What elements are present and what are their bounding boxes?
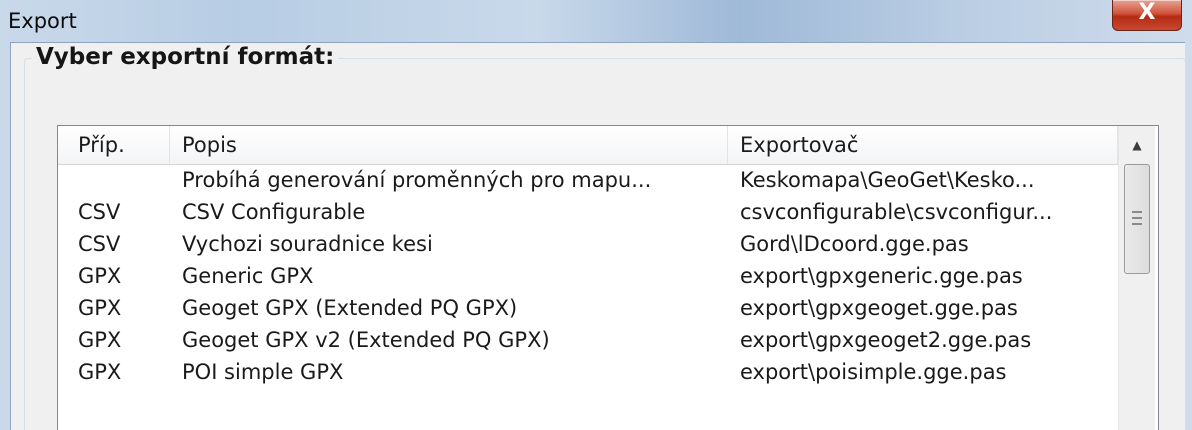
cell-exporter: export\gpxgeoget.gge.pas — [740, 296, 1018, 320]
cell-exporter: Gord\lDcoord.gge.pas — [740, 232, 969, 256]
cell-description: Geoget GPX v2 (Extended PQ GPX) — [182, 328, 550, 352]
cell-extension: CSV — [78, 200, 121, 224]
close-button[interactable]: X — [1112, 0, 1182, 31]
cell-description: Generic GPX — [182, 264, 314, 288]
scrollbar-thumb[interactable] — [1124, 164, 1150, 274]
list-row[interactable]: GPX Generic GPX export\gpxgeneric.gge.pa… — [58, 260, 1118, 292]
list-row[interactable]: CSV CSV Configurable csvconfigurable\csv… — [58, 196, 1118, 228]
column-header-description[interactable]: Popis — [170, 126, 728, 164]
column-header-extension[interactable]: Příp. — [66, 126, 170, 164]
cell-extension: GPX — [78, 360, 122, 384]
format-list[interactable]: Příp. Popis Exportovač Probíhá generován… — [57, 125, 1159, 430]
list-row[interactable]: Probíhá generování proměnných pro mapu..… — [58, 164, 1118, 196]
cell-description: Vychozi souradnice kesi — [182, 232, 433, 256]
cell-exporter: export\gpxgeoget2.gge.pas — [740, 328, 1032, 352]
cell-extension: GPX — [78, 296, 122, 320]
window-title: Export — [8, 9, 77, 33]
list-row[interactable]: CSV Vychozi souradnice kesi Gord\lDcoord… — [58, 228, 1118, 260]
group-title: Vyber exportní formát: — [32, 44, 339, 70]
cell-extension: GPX — [78, 264, 122, 288]
cell-extension: CSV — [78, 232, 121, 256]
cell-exporter: csvconfigurable\csvconfigur... — [740, 200, 1053, 224]
list-row[interactable]: GPX POI simple GPX export\poisimple.gge.… — [58, 356, 1118, 388]
cell-description: POI simple GPX — [182, 360, 344, 384]
list-row[interactable]: GPX Geoget GPX (Extended PQ GPX) export\… — [58, 292, 1118, 324]
cell-description: CSV Configurable — [182, 200, 366, 224]
list-row[interactable]: GPX Geoget GPX v2 (Extended PQ GPX) expo… — [58, 324, 1118, 356]
cell-exporter: Keskomapa\GeoGet\Kesko... — [740, 168, 1035, 192]
cell-description: Geoget GPX (Extended PQ GPX) — [182, 296, 518, 320]
vertical-scrollbar[interactable]: ▲ — [1118, 126, 1155, 430]
scroll-up-icon[interactable]: ▲ — [1123, 128, 1151, 162]
title-bar[interactable]: Export X — [0, 0, 1192, 42]
cell-exporter: export\poisimple.gge.pas — [740, 360, 1007, 384]
grip-icon — [1132, 211, 1142, 225]
close-icon: X — [1138, 0, 1156, 25]
cell-extension: GPX — [78, 328, 122, 352]
cell-exporter: export\gpxgeneric.gge.pas — [740, 264, 1023, 288]
cell-extension — [66, 164, 174, 196]
column-header-exporter[interactable]: Exportovač — [728, 126, 1118, 164]
export-dialog: Export X Vyber exportní formát: Příp. Po… — [0, 0, 1192, 430]
list-header: Příp. Popis Exportovač — [58, 126, 1118, 165]
cell-description: Probíhá generování proměnných pro mapu..… — [182, 168, 652, 192]
